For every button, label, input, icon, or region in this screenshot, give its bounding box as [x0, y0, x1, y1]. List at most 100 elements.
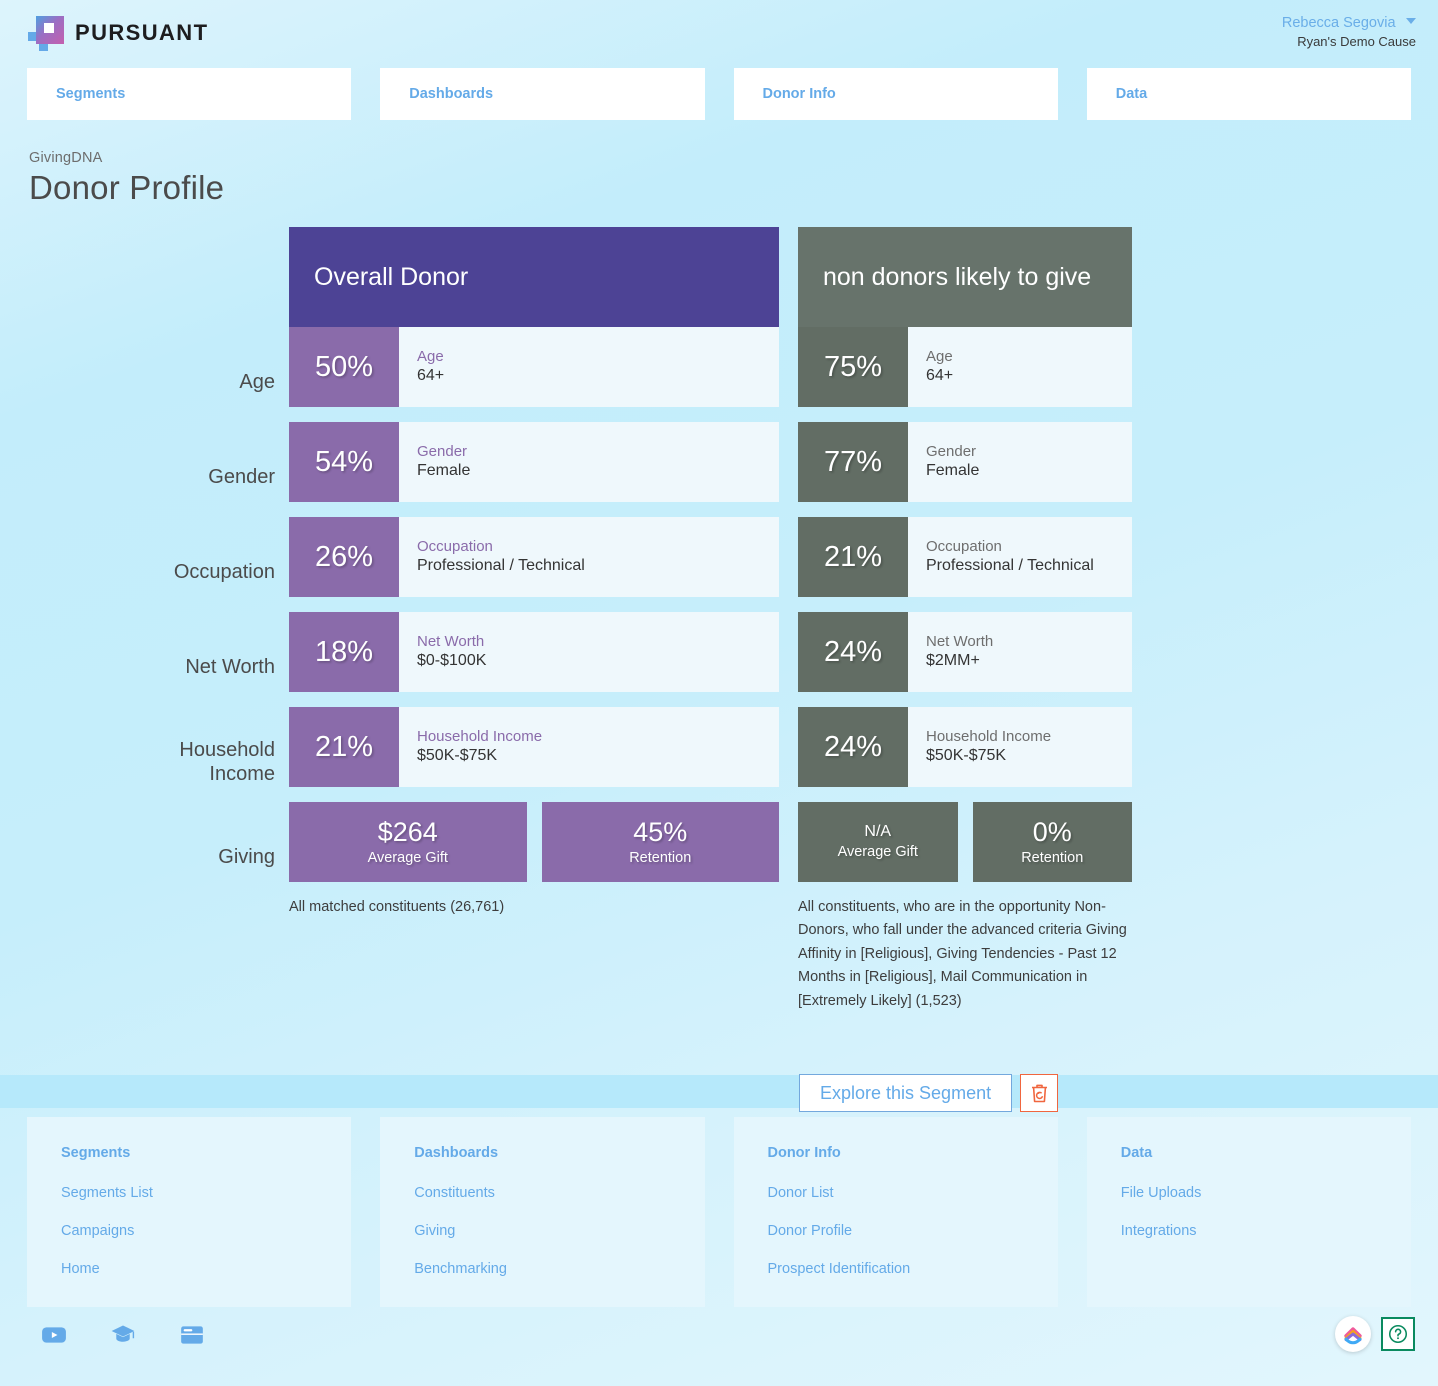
footer-column-donor-info: Donor Info Donor List Donor Profile Pros… [733, 1117, 1058, 1307]
footer-link-benchmarking[interactable]: Benchmarking [414, 1261, 704, 1277]
footer-link-integrations[interactable]: Integrations [1121, 1223, 1411, 1239]
footer-column-dashboards: Dashboards Constituents Giving Benchmark… [380, 1117, 705, 1307]
giving-value: N/A [864, 823, 892, 841]
stat-detail: Age 64+ [399, 327, 779, 407]
stat-detail: Gender Female [908, 422, 1132, 502]
footer-column-segments: Segments Segments List Campaigns Home [27, 1117, 352, 1307]
footer-heading: Segments [61, 1145, 131, 1161]
footer-link-campaigns[interactable]: Campaigns [61, 1223, 351, 1239]
segment-footnote: All matched constituents (26,761) [289, 899, 505, 915]
stat-percent: 54% [289, 422, 399, 502]
stat-value: 64+ [926, 367, 954, 385]
segment-footnote: All constituents, who are in the opportu… [798, 899, 1127, 1009]
giving-label: Average Gift [837, 843, 918, 860]
stat-percent: 24% [798, 612, 908, 692]
giving-label: Retention [629, 849, 692, 866]
delete-segment-button[interactable] [1020, 1074, 1059, 1112]
giving-row: $264 Average Gift 45% Retention [289, 802, 779, 882]
nav-tab-data[interactable]: Data [1086, 68, 1411, 120]
footer-link-donor-list[interactable]: Donor List [768, 1185, 1058, 1201]
stat-label: Age [926, 348, 953, 366]
giving-value: 0% [1032, 817, 1072, 848]
row-label-gender: Gender [0, 437, 275, 517]
row-label-text: Gender [208, 466, 275, 488]
stat-value: Female [926, 462, 980, 480]
chevron-down-icon[interactable] [1406, 18, 1416, 24]
page-header: GivingDNA Donor Profile [0, 120, 1438, 207]
youtube-icon[interactable] [41, 1322, 67, 1348]
stat-label: Gender [926, 443, 977, 461]
stat-row-gender: 77% Gender Female [798, 422, 1132, 502]
nav-tab-segments[interactable]: Segments [27, 68, 352, 120]
user-organization: Ryan's Demo Cause [1297, 34, 1416, 49]
stat-percent: 21% [798, 517, 908, 597]
nav-tab-donor-info[interactable]: Donor Info [733, 68, 1058, 120]
stat-row-net-worth: 24% Net Worth $2MM+ [798, 612, 1132, 692]
action-bar [0, 1075, 1438, 1108]
footer-link-donor-profile[interactable]: Donor Profile [768, 1223, 1058, 1239]
stat-percent: 26% [289, 517, 399, 597]
segment-title: non donors likely to give [798, 227, 1132, 327]
row-label-age: Age [0, 342, 275, 422]
stat-label: Occupation [417, 538, 493, 556]
stat-value: $50K-$75K [417, 747, 498, 765]
chevron-up-circle-icon[interactable] [1335, 1316, 1371, 1352]
brand-name: PURSUANT [75, 20, 209, 45]
row-label-text: Income [209, 763, 275, 785]
brand-logo[interactable]: PURSUANT [26, 14, 208, 52]
segment-actions: Explore this Segment [799, 1074, 1059, 1112]
giving-row: N/A Average Gift 0% Retention [798, 802, 1132, 882]
footer-link-segments-list[interactable]: Segments List [61, 1185, 351, 1201]
footer-heading: Data [1120, 1145, 1153, 1161]
stat-detail: Occupation Professional / Technical [399, 517, 779, 597]
stat-value: Professional / Technical [417, 557, 585, 575]
row-label-text: Occupation [173, 561, 275, 583]
giving-value: $264 [377, 817, 438, 848]
stat-percent: 18% [289, 612, 399, 692]
stat-row-household-income: 24% Household Income $50K-$75K [798, 707, 1132, 787]
stat-value: Professional / Technical [926, 557, 1094, 575]
stat-label: Net Worth [417, 633, 485, 651]
stat-row-occupation: 26% Occupation Professional / Technical [289, 517, 779, 597]
nav-tab-dashboards[interactable]: Dashboards [380, 68, 705, 120]
stat-detail: Household Income $50K-$75K [399, 707, 779, 787]
stat-label: Net Worth [926, 633, 994, 651]
primary-nav: Segments Dashboards Donor Info Data [0, 68, 1438, 120]
stat-row-household-income: 21% Household Income $50K-$75K [289, 707, 779, 787]
row-label-text: Net Worth [185, 656, 275, 678]
giving-tile-retention: 45% Retention [541, 802, 779, 882]
footer-heading: Donor Info [767, 1145, 841, 1161]
footer-link-giving[interactable]: Giving [414, 1223, 704, 1239]
stat-percent: 24% [798, 707, 908, 787]
footer-link-home[interactable]: Home [61, 1261, 351, 1277]
stat-detail: Net Worth $2MM+ [908, 612, 1132, 692]
pursuant-logo-icon [26, 14, 64, 52]
giving-tile-average-gift: N/A Average Gift [798, 802, 958, 882]
stat-percent: 75% [798, 327, 908, 407]
segment-column-non-donors-likely-to-give: non donors likely to give 75% Age 64+ 77… [798, 227, 1132, 1013]
segment-column-overall-donor: Overall Donor 50% Age 64+ 54% Gender Fem… [289, 227, 779, 919]
stat-percent: 21% [289, 707, 399, 787]
stat-percent: 50% [289, 327, 399, 407]
stat-detail: Occupation Professional / Technical [908, 517, 1132, 597]
explore-segment-button[interactable]: Explore this Segment [799, 1074, 1013, 1112]
user-menu[interactable]: Rebecca Segovia Ryan's Demo Cause [1282, 13, 1416, 50]
help-button[interactable] [1381, 1317, 1415, 1351]
donor-profile-comparison: Age Gender Occupation Net Worth Househol… [0, 227, 1438, 1013]
row-label-household-income: Household Income [0, 722, 275, 802]
row-label-occupation: Occupation [0, 532, 275, 612]
stat-value: $2MM+ [926, 652, 980, 670]
row-label-text: Household [179, 739, 275, 761]
question-mark-icon [1388, 1324, 1408, 1344]
stat-label: Age [417, 348, 444, 366]
footer-column-data: Data File Uploads Integrations [1086, 1117, 1411, 1307]
footer-link-constituents[interactable]: Constituents [414, 1185, 704, 1201]
browser-window-icon[interactable] [179, 1322, 205, 1348]
graduation-cap-icon[interactable] [110, 1322, 136, 1348]
user-name: Rebecca Segovia [1281, 15, 1396, 31]
row-label-text: Age [239, 371, 275, 393]
footer-link-prospect-identification[interactable]: Prospect Identification [768, 1261, 1058, 1277]
attribute-row-labels: Age Gender Occupation Net Worth Househol… [0, 342, 275, 912]
footer-link-file-uploads[interactable]: File Uploads [1121, 1185, 1411, 1201]
stat-row-gender: 54% Gender Female [289, 422, 779, 502]
